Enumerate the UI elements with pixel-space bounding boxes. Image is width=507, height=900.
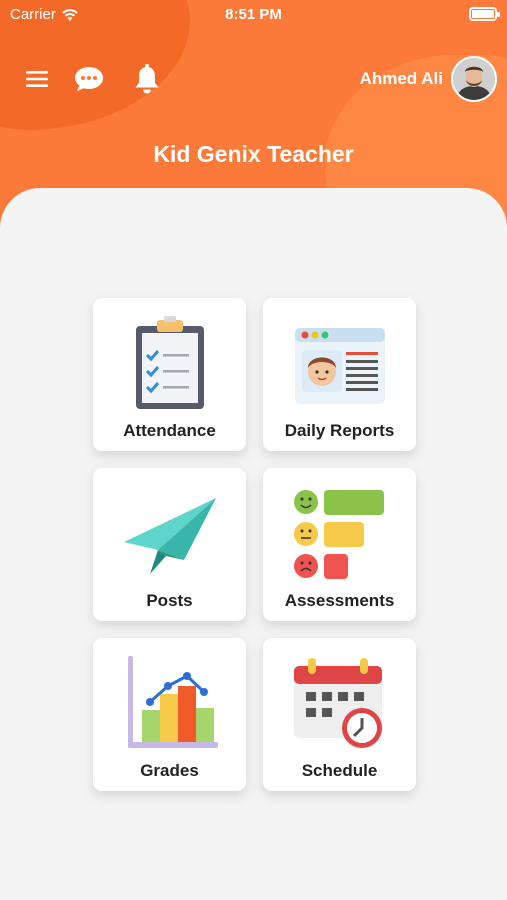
clipboard-checklist-icon [135,316,204,409]
tile-grades[interactable]: Grades [93,638,246,791]
tile-label: Attendance [123,421,216,440]
user-avatar-icon [453,58,495,100]
tile-label: Assessments [284,591,395,610]
tile-label: Daily Reports [284,421,395,440]
chat-button[interactable] [72,62,106,96]
menu-button[interactable] [20,62,54,96]
tile-label: Schedule [301,761,378,780]
notifications-button[interactable] [130,62,164,96]
tile-posts[interactable]: Posts [93,468,246,621]
app-title: Kid Genix Teacher [153,141,354,167]
paper-plane-icon [123,498,216,574]
avatar[interactable] [451,56,497,102]
report-card-icon [294,328,385,404]
tile-assessments[interactable]: Assessments [263,468,416,621]
battery-icon [469,7,500,21]
bell-icon [135,64,159,94]
status-bar: Carrier 8:51 PM [0,0,507,30]
bar-chart-icon [127,656,218,748]
menu-icon [26,71,48,87]
calendar-clock-icon [293,658,382,748]
tile-label: Posts [146,591,193,610]
user-name[interactable]: Ahmed Ali [360,69,443,89]
tile-attendance[interactable]: Attendance [93,298,246,451]
clock: 8:51 PM [225,6,282,23]
tile-label: Grades [140,761,199,780]
tile-schedule[interactable]: Schedule [263,638,416,791]
chat-icon [75,67,103,91]
tile-daily-reports[interactable]: Daily Reports [263,298,416,451]
assessment-faces-icon [293,490,384,579]
dashboard-content: Attendance Daily Reports Posts Assessmen… [0,188,507,900]
